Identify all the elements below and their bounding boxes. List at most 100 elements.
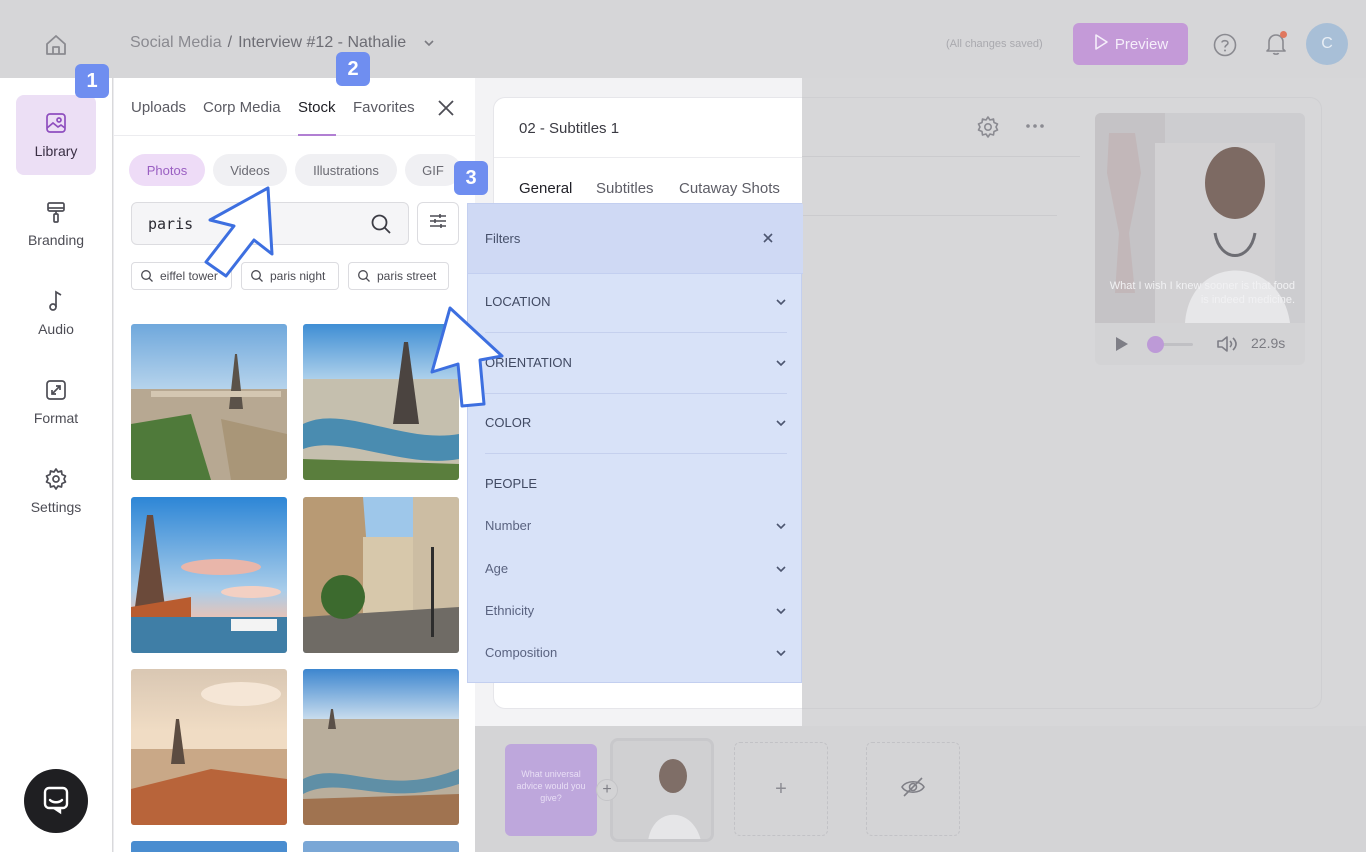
sidebar-item-audio[interactable]: Audio [16,273,96,353]
scene-card-video[interactable] [610,738,714,842]
video-preview: What I wish I knew sooner is that food i… [1095,113,1305,365]
chat-launcher-button[interactable] [24,769,88,833]
breadcrumb-project[interactable]: Social Media [130,34,222,52]
stock-photo-thumbnail[interactable] [131,841,287,852]
pointer-arrow-icon [430,306,504,408]
filter-orientation[interactable]: ORIENTATION [485,355,787,370]
volume-slider-handle[interactable] [1147,336,1164,353]
sidebar-item-label: Settings [30,499,82,515]
filter-people-ethnicity[interactable]: Ethnicity [485,603,787,618]
chevron-down-icon[interactable] [422,36,436,50]
active-tab-indicator [298,134,336,136]
breadcrumb: Social Media / Interview #12 - Nathalie [130,34,436,52]
search-icon [141,270,153,282]
divider [494,157,803,158]
preview-label: Preview [1114,35,1169,53]
image-icon [44,111,68,135]
video-subtitle: What I wish I knew sooner is that food i… [1109,280,1295,306]
stock-photo-thumbnail[interactable] [131,324,287,480]
chevron-down-icon [776,298,786,305]
breadcrumb-separator: / [227,34,233,51]
chip-illustrations[interactable]: Illustrations [295,154,397,186]
gear-icon[interactable] [976,115,1000,139]
sidebar-item-settings[interactable]: Settings [16,451,96,531]
tab-subtitles[interactable]: Subtitles [596,180,654,197]
filter-toggle-button[interactable] [417,202,459,245]
chevron-down-icon [776,607,786,614]
tab-corp-media[interactable]: Corp Media [203,99,281,116]
home-icon[interactable] [40,30,72,60]
stock-photo-thumbnail[interactable] [303,841,459,852]
filter-location[interactable]: LOCATION [485,294,787,309]
filter-label: Composition [485,645,558,660]
filter-color[interactable]: COLOR [485,415,787,430]
filter-label: Number [485,518,532,533]
library-tabs: Uploads Corp Media Stock Favorites [114,78,475,136]
chevron-down-icon [776,649,786,656]
library-panel: Uploads Corp Media Stock Favorites Photo… [113,78,475,852]
filter-label: COLOR [485,415,532,430]
chip-videos[interactable]: Videos [213,154,287,186]
sidebar-item-format[interactable]: Format [16,362,96,442]
help-icon[interactable] [1212,32,1238,58]
video-duration: 22.9s [1251,335,1286,351]
divider [802,215,1057,216]
play-icon[interactable] [1115,336,1129,357]
chip-photos[interactable]: Photos [129,154,205,186]
filters-panel: Filters LOCATION ORIENTATION COLOR PEOPL… [467,203,803,683]
filter-label: Age [485,561,509,576]
tab-favorites[interactable]: Favorites [353,99,415,116]
filters-title: Filters [485,231,521,246]
sidebar-item-label: Audio [38,321,74,337]
paint-roller-icon [44,200,68,224]
hide-scene-button[interactable] [866,742,960,836]
sidebar-item-label: Library [34,143,78,159]
divider [485,332,787,333]
insert-scene-button[interactable]: + [596,779,618,801]
tab-stock[interactable]: Stock [298,99,336,116]
sidebar-item-branding[interactable]: Branding [16,184,96,264]
stock-photo-thumbnail[interactable] [303,669,459,825]
pointer-arrow-icon [204,186,274,278]
breadcrumb-document[interactable]: Interview #12 - Nathalie [238,34,406,52]
chat-icon [40,783,72,820]
filter-people-age[interactable]: Age [485,561,787,576]
scene-card-question[interactable]: What universal advice would you give? [505,744,597,836]
sliders-icon [428,211,448,236]
filter-people-heading: PEOPLE [485,476,787,491]
stock-photo-thumbnail[interactable] [131,497,287,653]
tab-cutaway-shots[interactable]: Cutaway Shots [679,180,780,197]
chip-gif[interactable]: GIF [405,154,461,186]
volume-icon[interactable] [1216,335,1238,358]
sidebar-item-library[interactable]: Library [16,95,96,175]
suggestion-label: paris street [377,269,437,283]
scene-title: 02 - Subtitles 1 [519,120,620,137]
notification-dot [1280,31,1287,38]
chevron-down-icon [776,419,786,426]
step-badge-2: 2 [336,52,370,86]
filter-people-composition[interactable]: Composition [485,645,787,660]
search-icon[interactable] [370,213,392,235]
filter-people-number[interactable]: Number [485,518,787,533]
close-icon[interactable] [760,230,776,246]
search-icon [358,270,370,282]
divider [485,393,787,394]
more-options-icon[interactable] [1024,118,1046,134]
stock-photo-thumbnail[interactable] [303,497,459,653]
top-bar: Social Media / Interview #12 - Nathalie … [0,0,1366,78]
sidebar-item-label: Format [33,410,79,426]
tab-uploads[interactable]: Uploads [131,99,186,116]
tab-general[interactable]: General [519,180,572,197]
play-outline-icon [1093,33,1109,55]
sidebar: Library Branding Audio Format Settings [0,78,112,852]
step-badge-3: 3 [454,161,488,195]
close-icon[interactable] [436,98,456,118]
add-scene-button[interactable]: + [734,742,828,836]
step-badge-1: 1 [75,64,109,98]
avatar[interactable]: C [1306,23,1348,65]
stock-photo-thumbnail[interactable] [131,669,287,825]
sidebar-item-label: Branding [27,232,85,248]
suggestion-chip[interactable]: paris street [348,262,449,290]
preview-button[interactable]: Preview [1073,23,1188,65]
filters-header: Filters [468,204,803,274]
